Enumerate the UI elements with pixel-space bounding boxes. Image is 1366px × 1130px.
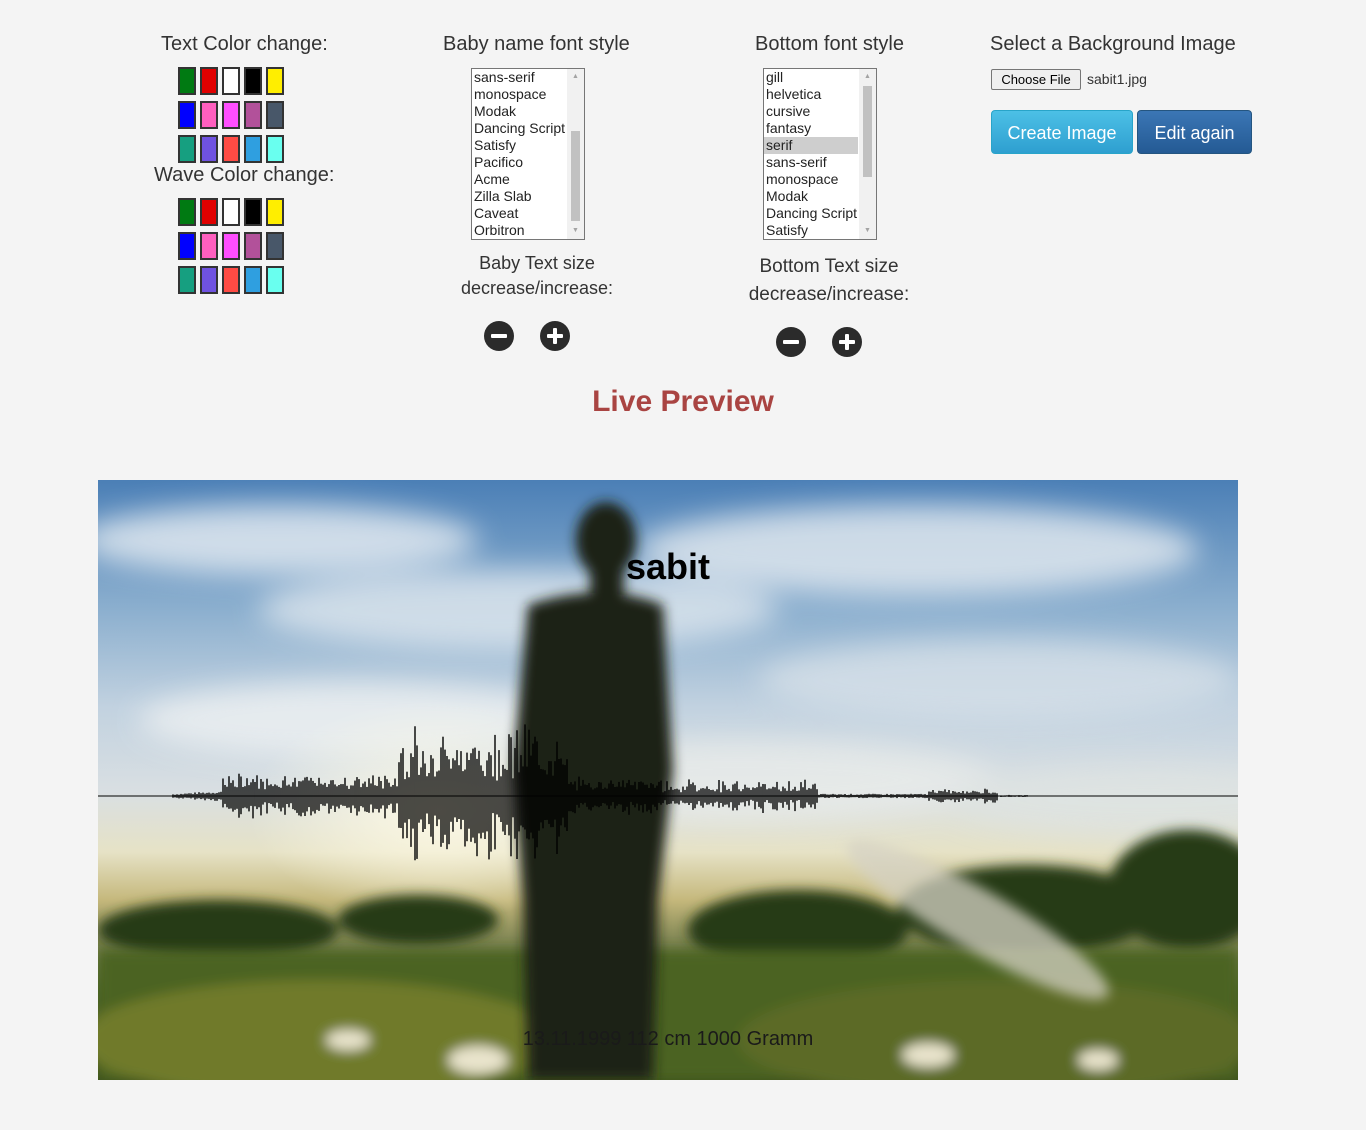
file-name-label: sabit1.jpg — [1087, 71, 1147, 87]
text-color-swatch[interactable] — [178, 135, 196, 163]
baby-name-text: sabit — [625, 546, 711, 587]
font-option[interactable]: Caveat — [472, 205, 566, 222]
bottom-text: 13.11.1999 112 cm 1000 Gramm — [522, 1028, 814, 1050]
edit-again-button[interactable]: Edit again — [1137, 110, 1252, 154]
baby-size-label-line1: Baby Text size — [479, 253, 595, 273]
text-color-title: Text Color change: — [161, 33, 328, 55]
scroll-up-icon[interactable]: ▲ — [567, 69, 584, 85]
font-option[interactable]: sans-serif — [472, 69, 566, 86]
text-color-swatch[interactable] — [266, 135, 284, 163]
text-color-swatch[interactable] — [244, 135, 262, 163]
bottom-size-label-line1: Bottom Text size — [759, 256, 899, 277]
text-color-swatch[interactable] — [244, 101, 262, 129]
scroll-down-icon[interactable]: ▼ — [859, 223, 876, 239]
bottom-font-title: Bottom font style — [755, 33, 904, 55]
font-option[interactable]: Dancing Script — [764, 205, 858, 222]
text-color-swatch[interactable] — [266, 67, 284, 95]
scroll-down-icon[interactable]: ▼ — [567, 223, 584, 239]
text-color-swatch[interactable] — [222, 101, 240, 129]
font-option[interactable]: Acme — [472, 171, 566, 188]
baby-font-select[interactable]: sans-serif monospace Modak Dancing Script Sa… — [471, 68, 585, 240]
font-option[interactable]: monospace — [764, 171, 858, 188]
scroll-thumb[interactable] — [863, 86, 872, 177]
text-color-swatch[interactable] — [222, 67, 240, 95]
font-option[interactable]: fantasy — [764, 120, 858, 137]
wave-color-swatch[interactable] — [266, 266, 284, 294]
wave-color-swatch[interactable] — [222, 266, 240, 294]
wave-color-swatch[interactable] — [200, 232, 218, 260]
background-title: Select a Background Image — [990, 33, 1236, 55]
wave-color-swatch[interactable] — [200, 198, 218, 226]
bottom-size-label: Bottom Text size decrease/increase: — [729, 253, 929, 309]
text-color-swatch[interactable] — [266, 101, 284, 129]
wave-color-swatch[interactable] — [266, 232, 284, 260]
baby-font-title: Baby name font style — [443, 33, 630, 55]
text-color-swatch[interactable] — [200, 101, 218, 129]
wave-color-swatch[interactable] — [222, 198, 240, 226]
wave-color-swatch[interactable] — [200, 266, 218, 294]
text-color-swatch[interactable] — [244, 67, 262, 95]
font-option[interactable]: Satisfy — [472, 137, 566, 154]
bottom-font-select[interactable]: gill helvetica cursive fantasy serif sans-ser… — [763, 68, 877, 240]
baby-font-scrollbar[interactable]: ▲ ▼ — [567, 69, 584, 239]
font-option[interactable]: helvetica — [764, 86, 858, 103]
choose-file-button[interactable]: Choose File — [991, 69, 1081, 90]
font-option[interactable]: Pacifico — [472, 154, 566, 171]
baby-size-label: Baby Text size decrease/increase: — [437, 251, 637, 301]
bottom-size-increase-button[interactable] — [832, 327, 862, 357]
wave-color-swatch[interactable] — [244, 232, 262, 260]
font-option[interactable]: Modak — [472, 103, 566, 120]
font-option[interactable]: monospace — [472, 86, 566, 103]
text-color-swatch[interactable] — [200, 135, 218, 163]
wave-color-swatch[interactable] — [244, 266, 262, 294]
bottom-size-decrease-button[interactable] — [776, 327, 806, 357]
text-color-swatch[interactable] — [200, 67, 218, 95]
minus-icon — [783, 340, 799, 344]
wave-color-swatch[interactable] — [266, 198, 284, 226]
font-option[interactable]: sans-serif — [764, 154, 858, 171]
text-color-swatches — [176, 67, 300, 169]
wave-color-swatch[interactable] — [178, 266, 196, 294]
wave-color-title: Wave Color change: — [154, 164, 335, 186]
live-preview-title: Live Preview — [592, 385, 774, 418]
wave-color-swatch[interactable] — [178, 198, 196, 226]
minus-icon — [491, 334, 507, 338]
bottom-font-scrollbar[interactable]: ▲ ▼ — [859, 69, 876, 239]
text-color-swatch[interactable] — [178, 67, 196, 95]
baby-size-increase-button[interactable] — [540, 321, 570, 351]
scroll-thumb[interactable] — [571, 131, 580, 221]
font-option[interactable]: serif — [764, 137, 858, 154]
wave-color-swatches — [176, 198, 300, 300]
baby-size-decrease-button[interactable] — [484, 321, 514, 351]
text-color-swatch[interactable] — [178, 101, 196, 129]
baby-size-label-line2: decrease/increase: — [460, 278, 614, 298]
create-image-button[interactable]: Create Image — [991, 110, 1133, 154]
preview-canvas: sabit 13.11.1999 112 cm 1000 Gramm — [98, 480, 1238, 1080]
scroll-up-icon[interactable]: ▲ — [859, 69, 876, 85]
font-option[interactable]: Satisfy — [764, 222, 858, 239]
font-option[interactable]: Orbitron — [472, 222, 566, 239]
font-option[interactable]: Dancing Script — [472, 120, 566, 137]
text-color-swatch[interactable] — [222, 135, 240, 163]
font-option[interactable]: cursive — [764, 103, 858, 120]
wave-color-swatch[interactable] — [178, 232, 196, 260]
font-option[interactable]: Zilla Slab — [472, 188, 566, 205]
font-option[interactable]: gill — [764, 69, 858, 86]
bottom-size-label-line2: decrease/increase: — [748, 284, 910, 305]
wave-color-swatch[interactable] — [222, 232, 240, 260]
wave-color-swatch[interactable] — [244, 198, 262, 226]
font-option[interactable]: Modak — [764, 188, 858, 205]
